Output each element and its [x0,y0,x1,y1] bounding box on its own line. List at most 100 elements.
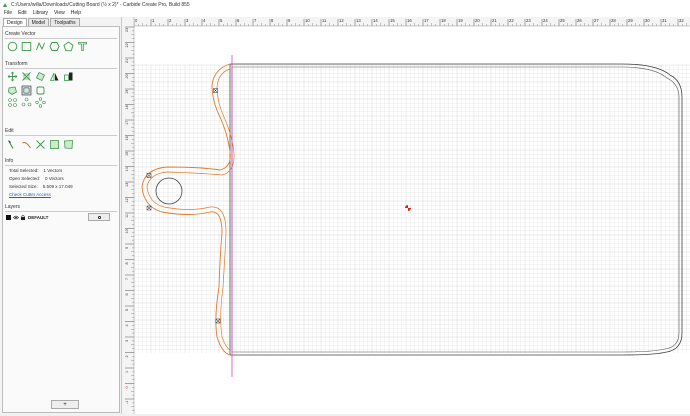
ruler-label: 26 [577,18,582,23]
ruler-label: -1 [125,401,129,404]
menu-edit[interactable]: Edit [18,10,27,16]
ruler-label: 9 [125,247,129,249]
ruler-label: 21 [125,59,129,63]
text-icon[interactable] [77,41,88,52]
offset-icon[interactable] [7,85,18,96]
menu-view[interactable]: View [54,10,65,16]
open-selected-value: 0 Vectors [45,176,64,181]
layer-color-swatch[interactable] [6,214,11,220]
ruler-label: 12 [339,18,344,23]
layer-row[interactable]: DEFAULT [6,213,116,221]
rectangle-icon[interactable] [21,41,32,52]
divider [5,68,117,69]
node-edit-icon[interactable] [7,139,18,150]
mirror-icon[interactable] [49,71,60,82]
ruler-label: 12 [125,198,129,202]
origin-marker [405,205,411,211]
edit-tools [7,139,77,150]
gear-icon [97,215,101,219]
open-selected-label: Open Selected: [9,176,41,181]
pentagon-icon[interactable] [63,41,74,52]
array-icon[interactable] [21,97,32,108]
design-canvas[interactable]: 0 1 2 3 4 5 6 7 8 9 10 11 12 13 14 15 16 17 18 19 20 21 22 23 24… [122,17,690,414]
check-cutter-access-link[interactable]: Check Cutter Access [9,192,51,197]
ruler-label: 22 [509,18,514,23]
ruler-label: 11 [125,214,129,218]
ruler-label: 17 [424,18,429,23]
layers-heading: Layers [5,204,21,210]
transform-tools-row3 [7,97,49,108]
cut-icon[interactable] [35,139,46,150]
ruler-label: 30 [645,18,650,23]
lock-icon[interactable] [20,214,26,220]
ruler-label: 10 [125,229,129,233]
rotate-icon[interactable] [35,71,46,82]
boolean-icon[interactable] [35,85,46,96]
join-icon[interactable] [49,139,60,150]
ruler-label: 28 [611,18,616,23]
ruler-label: 27 [594,18,599,23]
total-selected-value: 1 Vectors [43,168,63,173]
node-handle[interactable] [146,205,152,211]
fillet-icon[interactable] [21,85,32,96]
layer-settings-button[interactable] [88,213,110,221]
ruler-label: 18 [441,18,446,23]
canvas-svg[interactable]: 0 1 2 3 4 5 6 7 8 9 10 11 12 13 14 15 16 17 18 19 20 21 22 23 24… [122,17,690,414]
move-icon[interactable] [7,71,18,82]
ruler-label: 21 [492,18,497,23]
circle-icon[interactable] [7,41,18,52]
menu-file[interactable]: File [4,10,12,16]
selected-size-label: Selected Size: [9,184,38,189]
menu-help[interactable]: Help [71,10,81,16]
ruler-label: 10 [305,18,310,23]
ruler-label: 29 [628,18,633,23]
ruler-label: 6 [125,293,129,295]
app-icon [3,2,7,7]
trim-icon[interactable] [21,139,32,150]
ruler-label: 8 [125,262,129,264]
nest-icon[interactable] [35,97,46,108]
edit-heading: Edit [5,128,14,134]
ruler-label: 15 [390,18,395,23]
selected-size-value: 5.509 x 17.049 [42,184,73,189]
transform-tools-row2 [7,85,49,96]
layer-name: DEFAULT [28,214,49,220]
node-handle[interactable] [215,318,221,324]
scale-icon[interactable] [21,71,32,82]
curve-icon[interactable] [35,41,46,52]
close-vector-icon[interactable] [63,139,74,150]
node-handle[interactable] [213,88,218,93]
ruler-label: 16 [407,18,412,23]
ruler-label: 5 [125,309,129,311]
ruler-label: 22 [125,43,129,47]
ruler-label: 2 [125,355,129,357]
ruler-label: 19 [125,90,129,94]
ruler-label: 7 [125,278,129,280]
left-panel: Design Model Toolpaths Create Vector Tra… [0,17,122,414]
divider [5,135,117,136]
ruler-label: 25 [560,18,565,23]
ruler-label: 18 [125,105,129,109]
circles-grid-icon[interactable] [7,97,18,108]
menu-library[interactable]: Library [33,10,48,16]
info-heading: Info [5,158,14,164]
top-ruler: 0 1 2 3 4 5 6 7 8 9 10 11 12 13 14 15 16 17 18 19 20 21 22 23 24… [122,17,690,27]
transform-heading: Transform [5,61,28,67]
selected-size: Selected Size: 5.509 x 17.049 [9,184,73,189]
polygon-icon[interactable] [49,41,60,52]
ruler-label: 13 [356,18,361,23]
ruler-label: 3 [125,340,129,342]
ruler-label: 20 [475,18,480,23]
add-layer-button[interactable]: + [51,400,79,409]
node-handle[interactable] [146,173,152,178]
ruler-label: 24 [543,18,548,23]
menu-bar: File Edit Library View Help [0,9,690,17]
total-selected-label: Total Selected: [9,168,39,173]
align-icon[interactable] [63,71,74,82]
ruler-label: 23 [526,18,531,23]
ruler-label: 1 [125,371,129,373]
divider [5,165,117,166]
divider [5,211,117,212]
eye-icon[interactable] [13,215,19,220]
ruler-label: 11 [322,18,327,23]
